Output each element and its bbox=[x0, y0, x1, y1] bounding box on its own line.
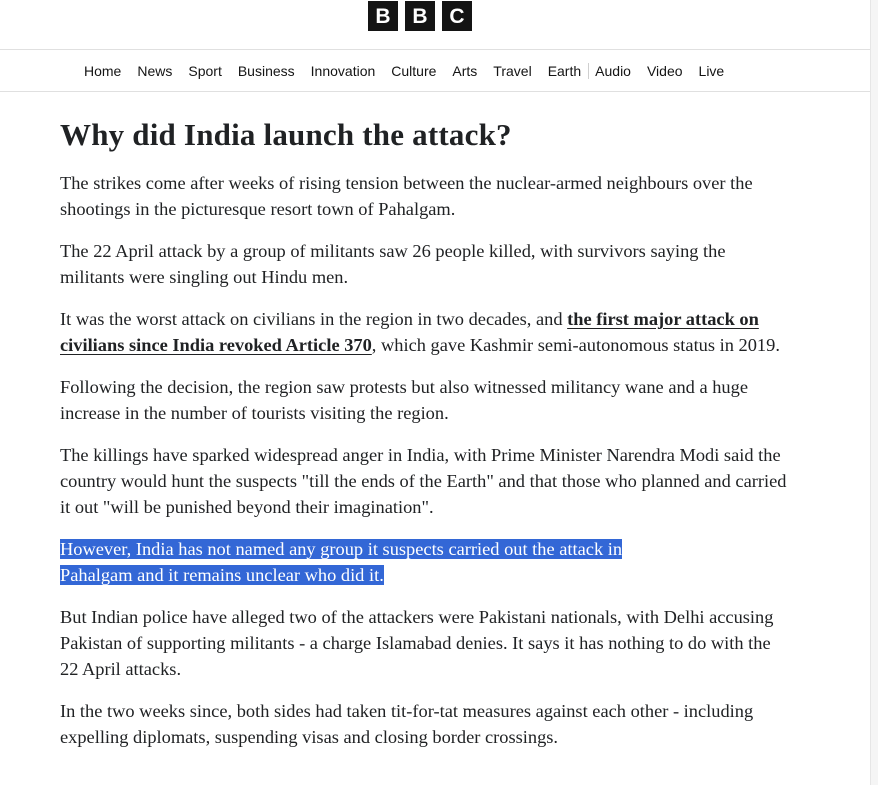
selected-text-line-2: Pahalgam and it remains unclear who did … bbox=[60, 565, 384, 585]
paragraph-7: But Indian police have alleged two of th… bbox=[60, 607, 774, 679]
nav-item-arts[interactable]: Arts bbox=[452, 63, 477, 79]
paragraph-4: Following the decision, the region saw p… bbox=[60, 377, 748, 423]
logo-letter-b1: B bbox=[368, 1, 398, 31]
paragraph-6-selected: However, India has not named any group i… bbox=[60, 536, 790, 588]
nav-item-travel[interactable]: Travel bbox=[493, 63, 531, 79]
nav-item-culture[interactable]: Culture bbox=[391, 63, 436, 79]
nav-item-business[interactable]: Business bbox=[238, 63, 295, 79]
paragraph-5: The killings have sparked widespread ang… bbox=[60, 445, 787, 517]
nav-item-live[interactable]: Live bbox=[699, 63, 725, 79]
paragraph-3-text-before: It was the worst attack on civilians in … bbox=[60, 309, 568, 329]
article-body: Why did India launch the attack? The str… bbox=[60, 115, 790, 766]
vertical-scrollbar[interactable] bbox=[870, 0, 878, 785]
logo-letter-b2: B bbox=[405, 1, 435, 31]
logo-letter-c: C bbox=[442, 1, 472, 31]
nav-item-innovation[interactable]: Innovation bbox=[311, 63, 376, 79]
nav-item-home[interactable]: Home bbox=[84, 63, 121, 79]
paragraph-3-text-after: , which gave Kashmir semi-autonomous sta… bbox=[371, 335, 780, 355]
nav-item-audio[interactable]: Audio bbox=[588, 63, 631, 79]
nav-item-earth[interactable]: Earth bbox=[548, 63, 581, 79]
nav-item-news[interactable]: News bbox=[137, 63, 172, 79]
paragraph-3: It was the worst attack on civilians in … bbox=[60, 306, 790, 358]
selected-text-line-1: However, India has not named any group i… bbox=[60, 539, 623, 559]
nav-item-sport[interactable]: Sport bbox=[188, 63, 221, 79]
paragraph-8: In the two weeks since, both sides had t… bbox=[60, 701, 754, 747]
section-heading: Why did India launch the attack? bbox=[60, 117, 512, 152]
nav-item-video[interactable]: Video bbox=[647, 63, 683, 79]
site-header: B B C bbox=[0, 0, 870, 50]
main-nav: Home News Sport Business Innovation Cult… bbox=[0, 50, 870, 92]
paragraph-1: The strikes come after weeks of rising t… bbox=[60, 173, 753, 219]
paragraph-2: The 22 April attack by a group of milita… bbox=[60, 241, 726, 287]
bbc-logo[interactable]: B B C bbox=[368, 1, 472, 31]
